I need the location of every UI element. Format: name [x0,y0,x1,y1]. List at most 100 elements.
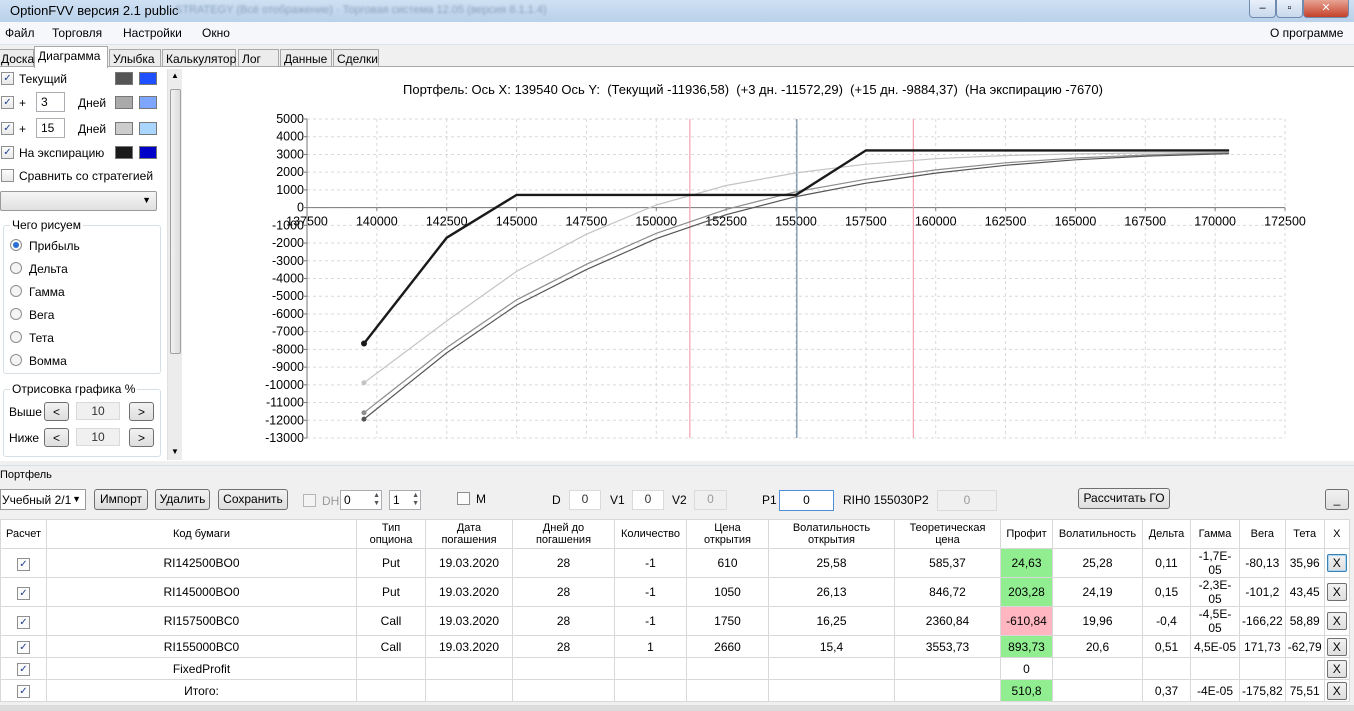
menu-settings[interactable]: Настройки [123,26,182,40]
maximize-button[interactable]: ▫ [1276,0,1303,18]
radio-gamma[interactable] [10,285,22,297]
column-header[interactable]: Профит [1000,519,1053,549]
column-header[interactable]: Цена открытия [686,519,769,549]
above-decrease-button[interactable]: < [44,402,69,421]
column-header[interactable]: Тета [1284,519,1325,549]
days1-input[interactable]: 3 [36,92,65,112]
row-calc-checkbox-cell[interactable]: ✓ [0,635,47,658]
save-button[interactable]: Сохранить [218,489,288,510]
radio-profit[interactable] [10,239,22,251]
table-row[interactable]: ✓ Итого: 510,8 0,37 -4E-05 -175,82 75,51 X [0,679,1350,702]
column-header[interactable]: X [1323,519,1350,549]
current-checkbox[interactable]: ✓ [1,72,14,85]
y-tick-label: 5000 [276,112,304,126]
below-decrease-button[interactable]: < [44,428,69,447]
column-header[interactable]: Волатильность открытия [768,519,895,549]
row-calc-checkbox[interactable]: ✓ [17,663,30,676]
calculate-margin-button[interactable]: Рассчитать ГО [1078,488,1170,509]
radio-vomma-label: Вомма [29,354,67,368]
left-panel-scrollbar[interactable]: ▲ ▼ [167,69,182,460]
minimize-button[interactable]: ‒ [1249,0,1276,18]
table-row[interactable]: ✓ FixedProfit 0 X [0,657,1350,680]
radio-vega[interactable] [10,308,22,320]
column-header[interactable]: Теоретическая цена [894,519,1001,549]
row-remove-button[interactable]: X [1326,583,1347,601]
plus3-checkbox[interactable]: ✓ [1,96,14,109]
row-calc-checkbox[interactable]: ✓ [17,685,30,698]
account-select[interactable]: Учебный 2/1 ▼ [0,489,86,510]
strategy-dropdown[interactable]: ▼ [0,191,157,211]
column-header[interactable]: Тип опциона [356,519,426,549]
row-remove-button[interactable]: X [1326,659,1347,678]
d-value: 0 [569,490,601,510]
scrollbar-thumb[interactable] [170,89,181,354]
radio-delta[interactable] [10,262,22,274]
column-header[interactable]: Дата погашения [425,519,513,549]
horizontal-scrollbar[interactable] [0,705,1354,711]
column-header[interactable]: Дней до погашения [512,519,615,549]
plus15-color-swatch[interactable] [115,122,133,135]
plus15-color-swatch-alt[interactable] [139,122,157,135]
p1-input[interactable]: 0 [779,490,834,511]
m-checkbox[interactable] [457,492,470,505]
plus3-color-swatch-alt[interactable] [139,96,157,109]
radio-vomma[interactable] [10,354,22,366]
column-header[interactable]: Расчет [0,519,47,549]
row-remove-button[interactable]: X [1326,681,1347,700]
expiry-color-swatch-alt[interactable] [139,146,157,159]
column-header[interactable]: Код бумаги [46,519,357,549]
import-button[interactable]: Импорт [94,489,148,510]
row-calc-checkbox-cell[interactable]: ✓ [0,548,47,578]
row-remove-button[interactable]: X [1326,554,1347,572]
dh-checkbox[interactable] [303,494,316,507]
minimize-panel-button[interactable]: _ [1325,489,1349,510]
tab-calculator[interactable]: Калькулятор [162,49,236,67]
pnl-chart[interactable]: 500040003000200010000-1000-2000-3000-400… [185,67,1350,459]
table-row[interactable]: ✓ RI155000BC0 Call 19.03.2020 28 1 2660 15,4 355… [0,635,1350,658]
radio-theta[interactable] [10,331,22,343]
above-increase-button[interactable]: > [129,402,154,421]
plus3-color-swatch[interactable] [115,96,133,109]
table-row[interactable]: ✓ RI145000BO0 Put 19.03.2020 28 -1 1050 26,13 84… [0,577,1350,607]
tab-log[interactable]: Лог [238,49,279,67]
close-window-button[interactable]: ✕ [1303,0,1349,18]
plus15-checkbox[interactable]: ✓ [1,122,14,135]
current-color-swatch[interactable] [115,72,133,85]
table-row[interactable]: ✓ RI157500BC0 Call 19.03.2020 28 -1 1750 16,25 2… [0,606,1350,636]
column-header[interactable]: Вега [1239,519,1286,549]
tab-diagram[interactable]: Диаграмма [34,46,108,68]
row-calc-checkbox[interactable]: ✓ [17,641,30,654]
column-header[interactable]: Количество [614,519,687,549]
menu-about[interactable]: О программе [1270,26,1343,40]
row-remove-button[interactable]: X [1326,612,1347,630]
row-calc-checkbox[interactable]: ✓ [17,557,30,571]
expiry-color-swatch[interactable] [115,146,133,159]
column-header[interactable]: Волатильность [1052,519,1143,549]
row-calc-checkbox-cell[interactable]: ✓ [0,606,47,636]
tab-smile[interactable]: Улыбка [109,49,161,67]
days2-input[interactable]: 15 [36,118,65,138]
row-calc-checkbox[interactable]: ✓ [17,586,30,600]
menu-window[interactable]: Окно [202,26,230,40]
column-header[interactable]: Гамма [1190,519,1240,549]
tab-board[interactable]: Доска [0,49,34,67]
compare-checkbox[interactable] [1,169,14,182]
tab-deals[interactable]: Сделки [333,49,379,67]
below-increase-button[interactable]: > [129,428,154,447]
row-remove-button[interactable]: X [1326,637,1347,656]
column-header[interactable]: Дельта [1142,519,1191,549]
row-calc-checkbox-cell[interactable]: ✓ [0,657,47,680]
dh-spinner-2[interactable]: 1 ▲ ▼ [389,490,421,510]
expiry-checkbox[interactable]: ✓ [1,146,14,159]
row-calc-checkbox-cell[interactable]: ✓ [0,679,47,702]
delete-button[interactable]: Удалить [155,489,210,510]
row-calc-checkbox[interactable]: ✓ [17,615,30,629]
menu-file[interactable]: Файл [5,26,35,40]
menu-trading[interactable]: Торговля [52,26,102,40]
dh-spinner-1[interactable]: 0 ▲ ▼ [340,490,382,510]
table-header-row: Расчет Код бумаги Тип опциона Дата погашения Д… [0,519,1350,549]
row-calc-checkbox-cell[interactable]: ✓ [0,577,47,607]
current-color-swatch-alt[interactable] [139,72,157,85]
table-row[interactable]: ✓ RI142500BO0 Put 19.03.2020 28 -1 610 25,58 585… [0,548,1350,578]
tab-data[interactable]: Данные [280,49,332,67]
